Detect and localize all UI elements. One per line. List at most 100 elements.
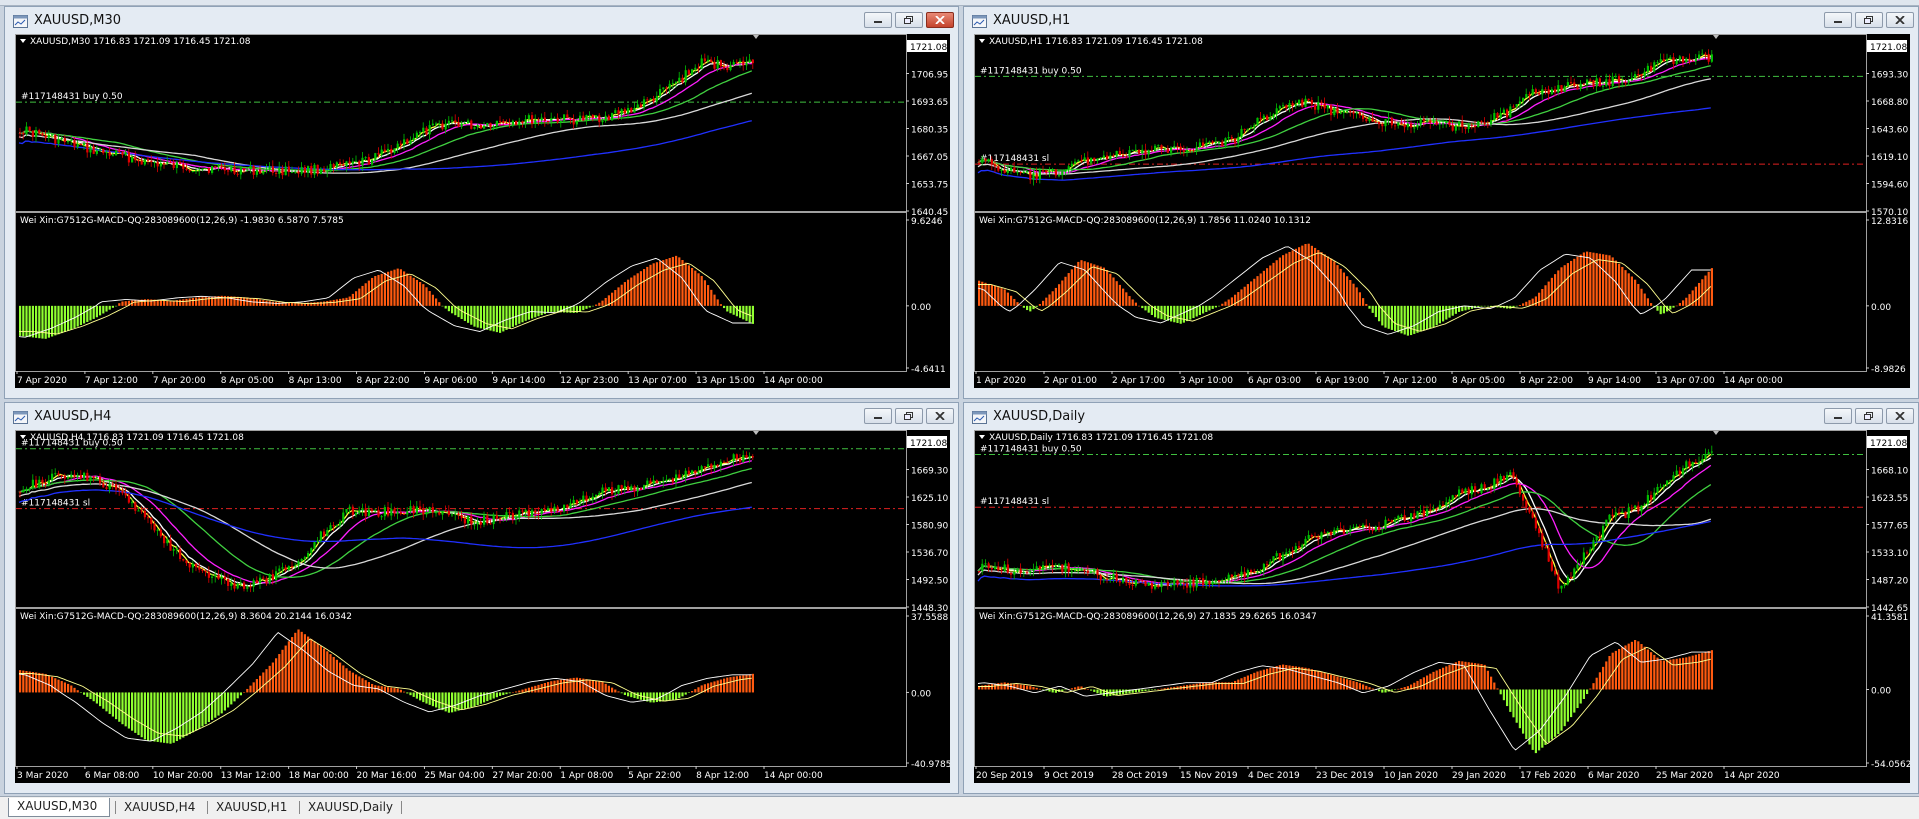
macd-bar [1451, 663, 1454, 690]
candle-body [1496, 113, 1499, 118]
maximize-button[interactable] [895, 12, 923, 28]
macd-bar [358, 676, 361, 693]
window-titlebar[interactable]: XAUUSD,M30 [5, 7, 958, 34]
candle-body [335, 162, 338, 168]
macd-bar [102, 305, 105, 314]
candle-body [1579, 563, 1582, 565]
candle-body [1672, 57, 1675, 64]
window-controls [1824, 12, 1914, 28]
candle-body [70, 140, 73, 142]
chart-window-h1[interactable]: XAUUSD,H1 1721.08 1693.30 1668.80 1643.60 161… [963, 6, 1919, 399]
candle-body [1493, 478, 1496, 489]
maximize-button[interactable] [1855, 12, 1883, 28]
close-button[interactable] [1886, 408, 1914, 424]
candle-body [1339, 112, 1342, 114]
candle-body [1429, 509, 1432, 511]
maximize-button[interactable] [895, 408, 923, 424]
candle-body [35, 479, 38, 488]
candle-body [665, 87, 668, 89]
window-controls [1824, 408, 1914, 424]
candle-body [54, 473, 57, 475]
minimize-button[interactable] [864, 408, 892, 424]
candle-body [990, 568, 993, 570]
candle-body [47, 134, 50, 138]
macd-bar [195, 692, 198, 731]
candle-body [547, 508, 550, 511]
macd-bar [1342, 678, 1345, 690]
window-title: XAUUSD,M30 [34, 13, 121, 28]
macd-bar [1125, 292, 1128, 306]
minimize-button[interactable] [864, 12, 892, 28]
macd-bar [678, 692, 681, 699]
window-titlebar[interactable]: XAUUSD,Daily [964, 403, 1918, 430]
macd-bar [444, 305, 447, 309]
macd-bar [1368, 305, 1371, 309]
minimize-button[interactable] [1824, 12, 1852, 28]
macd-tick-label: 0.00 [911, 689, 931, 699]
chart-header: XAUUSD,M30 1716.83 1721.09 1716.45 1721.… [20, 37, 251, 47]
tab-xauusd-h4[interactable]: XAUUSD,H4 [116, 799, 206, 816]
close-button[interactable] [926, 12, 954, 28]
tab-xauusd-daily[interactable]: XAUUSD,Daily [300, 799, 400, 816]
time-tick-label: 3 Apr 10:00 [1180, 376, 1233, 386]
tab-xauusd-h1[interactable]: XAUUSD,H1 [208, 799, 298, 816]
candle-body [1131, 149, 1134, 151]
candle-body [1550, 561, 1553, 571]
candle-body [1509, 472, 1512, 475]
macd-bar [611, 687, 614, 693]
candle-body [636, 104, 639, 109]
candle-body [1554, 89, 1557, 93]
close-button[interactable] [926, 408, 954, 424]
chart-canvas[interactable]: 1721.08 1668.10 1623.55 1577.65 1533.10 1487.… [974, 430, 1910, 783]
chart-canvas[interactable]: 1721.08 1706.95 1693.65 1680.35 1667.05 1653.… [15, 34, 950, 388]
chart-canvas[interactable]: 1721.08 1669.30 1625.10 1580.90 1536.70 1492.… [15, 430, 950, 783]
candle-body [1310, 535, 1313, 537]
macd-bar [393, 688, 396, 693]
candle-body [1374, 121, 1377, 123]
candle-body [1234, 574, 1237, 577]
macd-bar [371, 277, 374, 306]
candle-body [1416, 124, 1419, 128]
candle-body [230, 583, 233, 586]
candle-body [1650, 495, 1653, 500]
candle-body [1080, 569, 1083, 571]
current-price-label: 1721.08 [1870, 439, 1907, 449]
candle-body [1579, 83, 1582, 89]
chart-window-m30[interactable]: XAUUSD,M30 1721.08 1706.95 1693.65 1680.35 16… [4, 6, 959, 399]
candle-body [454, 120, 457, 123]
candle-body [1298, 546, 1301, 548]
macd-bar [515, 691, 518, 693]
macd-bar [1416, 680, 1419, 690]
candle-body [716, 464, 719, 467]
macd-bar [649, 692, 652, 703]
window-titlebar[interactable]: XAUUSD,H4 [5, 403, 958, 430]
macd-bar [1362, 684, 1365, 690]
macd-bar [547, 305, 550, 313]
candle-body [246, 586, 249, 589]
chart-window-h4[interactable]: XAUUSD,H4 1721.08 1669.30 1625.10 1580.90 153… [4, 402, 959, 794]
candle-body [569, 503, 572, 509]
chart-window-daily[interactable]: XAUUSD,Daily 1721.08 1668.10 1623.55 1577.65… [963, 402, 1919, 794]
minimize-button[interactable] [1824, 408, 1852, 424]
macd-bar [575, 677, 578, 693]
macd-bar [188, 692, 191, 735]
maximize-button[interactable] [1855, 408, 1883, 424]
chart-canvas[interactable]: 1721.08 1693.30 1668.80 1643.60 1619.10 1594.… [974, 34, 1910, 388]
close-button[interactable] [1886, 12, 1914, 28]
window-titlebar[interactable]: XAUUSD,H1 [964, 7, 1918, 34]
time-tick-label: 8 Apr 12:00 [696, 771, 749, 781]
macd-bar [1282, 255, 1285, 306]
candle-body [1566, 577, 1569, 585]
macd-bar [1403, 305, 1406, 335]
candle-body [1058, 564, 1061, 566]
candle-body [537, 512, 540, 515]
macd-bar [1211, 305, 1214, 309]
macd-bar [694, 270, 697, 306]
macd-bar [1326, 256, 1329, 306]
macd-bar [1346, 276, 1349, 306]
macd-bar [447, 305, 450, 312]
candle-body [1429, 120, 1432, 123]
candle-body [1397, 515, 1400, 520]
macd-bar [115, 692, 118, 720]
tab-xauusd-m30[interactable]: XAUUSD,M30 [8, 798, 110, 817]
